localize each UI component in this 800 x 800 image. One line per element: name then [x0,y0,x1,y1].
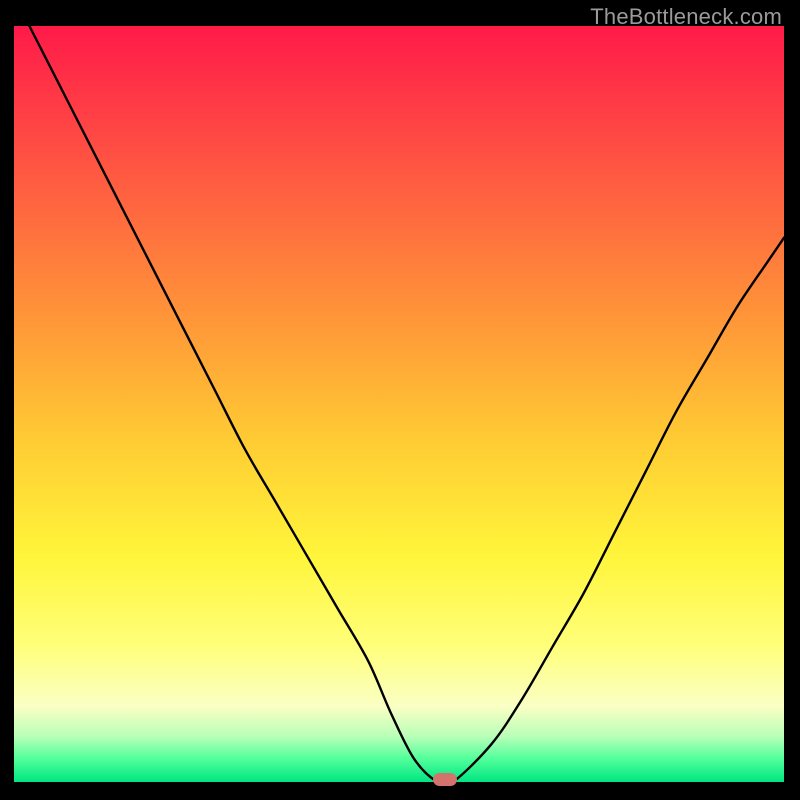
bottleneck-curve [14,26,784,782]
watermark-label: TheBottleneck.com [590,4,782,30]
optimal-point-marker [433,773,457,786]
chart-frame: TheBottleneck.com [0,0,800,800]
plot-area [14,26,784,782]
